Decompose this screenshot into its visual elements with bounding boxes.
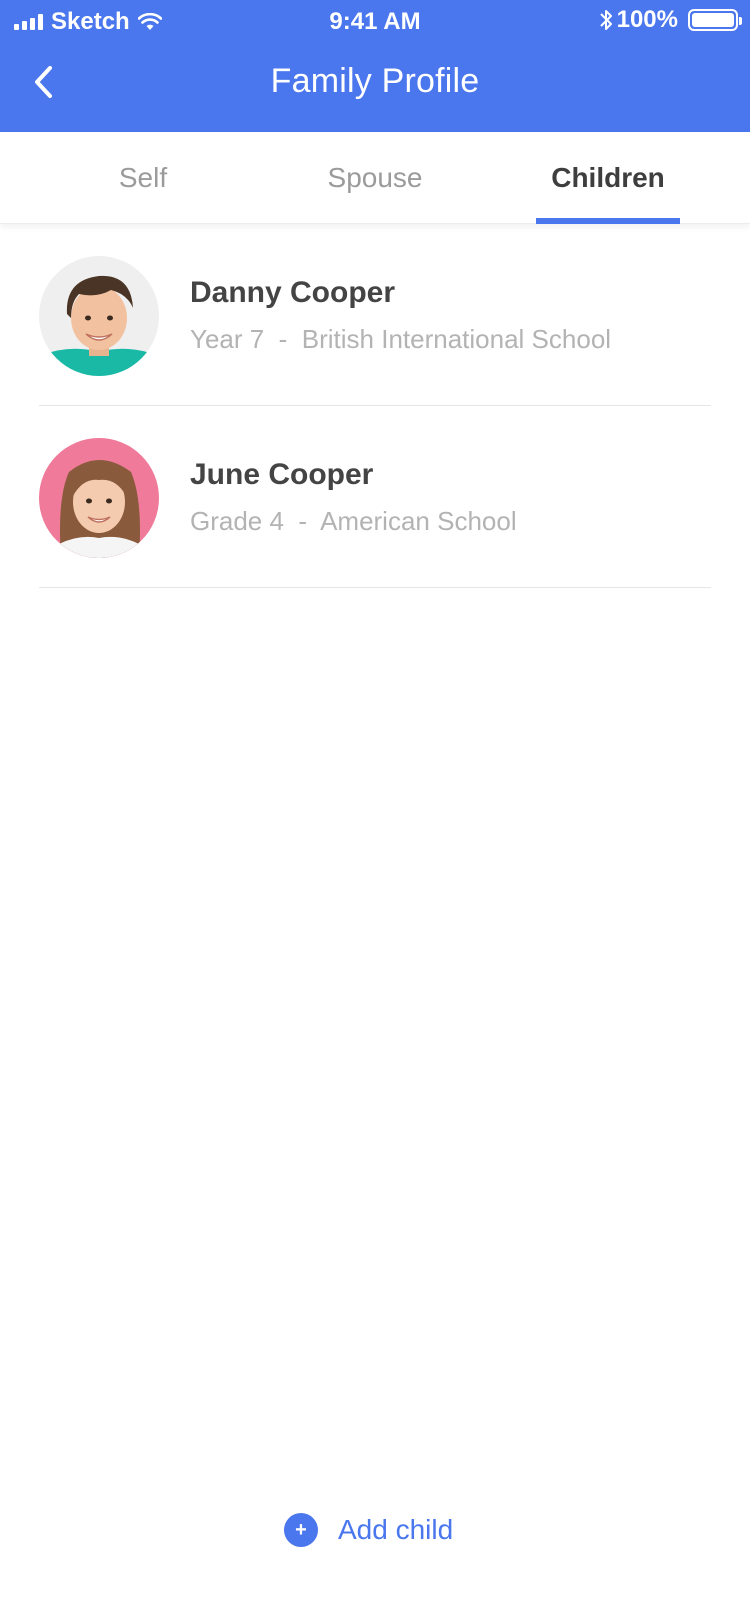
child-name: June Cooper — [190, 458, 374, 491]
add-child-button[interactable]: + Add child — [284, 1510, 453, 1550]
children-list: Danny Cooper Year 7 - British Internatio… — [0, 224, 750, 588]
tab-spouse[interactable]: Spouse — [290, 132, 460, 224]
profile-tabs: Self Spouse Children — [0, 132, 750, 224]
status-bar: Sketch 9:41 AM 100% — [0, 0, 750, 44]
tab-children[interactable]: Children — [536, 132, 680, 224]
add-child-label: Add child — [338, 1514, 454, 1545]
child-row-danny[interactable]: Danny Cooper Year 7 - British Internatio… — [39, 224, 711, 406]
plus-icon: + — [284, 1513, 318, 1547]
app-header: Sketch 9:41 AM 100% Family Profile — [0, 0, 750, 132]
child-school: Grade 4 - American School — [190, 506, 517, 536]
status-right: 100% — [599, 6, 742, 34]
page-title: Family Profile — [270, 62, 480, 100]
battery-percent: 100% — [616, 6, 678, 33]
child-school: Year 7 - British International School — [190, 324, 612, 354]
tab-self[interactable]: Self — [58, 132, 228, 224]
child-row-june[interactable]: June Cooper Grade 4 - American School — [39, 406, 711, 588]
avatar — [39, 438, 159, 558]
battery-icon — [688, 9, 742, 31]
child-name: Danny Cooper — [190, 276, 396, 309]
avatar — [39, 256, 159, 376]
bluetooth-icon — [599, 10, 612, 30]
